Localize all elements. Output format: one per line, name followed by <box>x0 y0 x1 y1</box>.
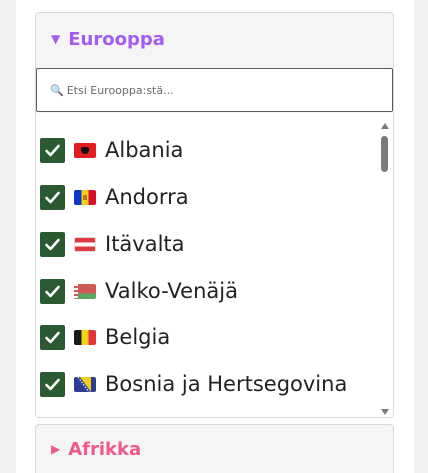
list-item[interactable]: Valko-Venäjä <box>40 276 238 306</box>
scrollbar-thumb[interactable] <box>381 136 388 172</box>
page: ▼ Eurooppa 🔍 Etsi Eurooppa:stä... Albani… <box>16 0 414 473</box>
scroll-up-arrow-icon[interactable] <box>381 123 389 129</box>
belgium-flag-icon <box>74 329 96 345</box>
country-label: Bosnia ja Hertsegovina <box>105 372 348 396</box>
triangle-down-icon[interactable]: ▼ <box>51 33 60 45</box>
austria-flag-icon <box>74 236 96 252</box>
region-header-africa[interactable]: ▶ Afrikka <box>36 425 393 473</box>
checkmark-icon <box>45 144 60 156</box>
checkbox[interactable] <box>40 278 65 304</box>
list-item[interactable]: Albania <box>40 135 183 165</box>
list-item[interactable]: Itävalta <box>40 229 185 259</box>
checkbox[interactable] <box>40 184 65 210</box>
checkbox[interactable] <box>40 371 65 397</box>
region-header-europe[interactable]: ▼ Eurooppa <box>36 13 393 65</box>
country-label: Belgia <box>105 325 171 349</box>
checkbox[interactable] <box>40 324 65 350</box>
triangle-right-icon[interactable]: ▶ <box>51 443 60 455</box>
country-label: Valko-Venäjä <box>105 279 238 303</box>
country-label: Itävalta <box>105 232 185 256</box>
bosnia-flag-icon <box>74 376 96 392</box>
country-label: Albania <box>105 138 184 162</box>
magnifier-icon: 🔍 <box>50 83 64 97</box>
checkmark-icon <box>45 331 60 343</box>
albania-flag-icon <box>74 142 96 158</box>
scrollbar[interactable] <box>377 113 393 417</box>
list-item[interactable]: Belgia <box>40 322 170 352</box>
scroll-down-arrow-icon[interactable] <box>381 409 389 415</box>
checkmark-icon <box>45 378 60 390</box>
checkbox[interactable] <box>40 231 65 257</box>
country-label: Andorra <box>105 185 189 209</box>
region-title-africa: Afrikka <box>68 438 142 460</box>
search-placeholder: Etsi Eurooppa:stä... <box>66 83 174 97</box>
andorra-flag-icon <box>74 189 96 205</box>
checkmark-icon <box>45 285 60 297</box>
region-europe: ▼ Eurooppa 🔍 Etsi Eurooppa:stä... Albani… <box>35 12 394 418</box>
list-item[interactable]: Andorra <box>40 182 189 212</box>
list-item[interactable]: Bosnia ja Hertsegovina <box>40 369 347 399</box>
country-list: Albania Andorra Itävalta Valko-Venäjä Be… <box>36 113 393 417</box>
region-africa: ▶ Afrikka <box>35 424 394 473</box>
region-title-europe: Eurooppa <box>68 28 165 50</box>
checkbox[interactable] <box>40 137 65 163</box>
checkmark-icon <box>45 238 60 250</box>
checkmark-icon <box>45 191 60 203</box>
belarus-flag-icon <box>74 283 96 299</box>
search-input[interactable]: 🔍 Etsi Eurooppa:stä... <box>36 68 393 112</box>
